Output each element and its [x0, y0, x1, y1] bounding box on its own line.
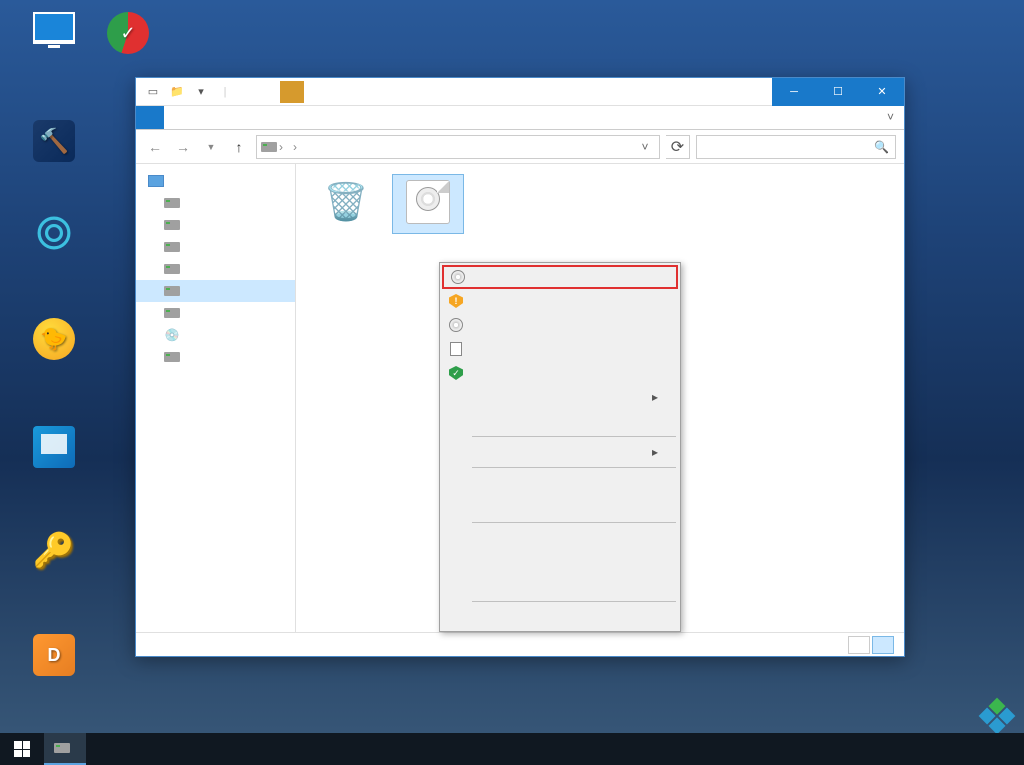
submenu-arrow-icon: ▸ — [652, 390, 658, 404]
taskbar[interactable] — [0, 733, 1024, 765]
taskbar-item-explorer[interactable] — [44, 733, 86, 765]
diskgenius-icon: D — [33, 634, 75, 676]
disc-icon — [449, 318, 463, 332]
qat-properties-icon[interactable]: ▭ — [142, 81, 164, 103]
file-iso[interactable] — [392, 174, 464, 234]
shield-check-icon — [449, 366, 463, 380]
expand-ribbon-icon[interactable]: ˅ — [877, 106, 904, 129]
qat-folder-icon[interactable]: 📁 — [166, 81, 188, 103]
qat-dropdown-icon[interactable]: ▾ — [190, 81, 212, 103]
context-menu: ▸ ▸ — [439, 262, 681, 632]
ctx-properties[interactable] — [442, 605, 678, 629]
nav-back-button[interactable]: ← — [144, 136, 166, 158]
ctx-admin[interactable] — [442, 361, 678, 385]
nav-drive-c[interactable] — [136, 192, 295, 214]
search-input[interactable]: 🔍 — [696, 135, 896, 159]
watermark-icon — [979, 698, 1016, 735]
ribbon-tabs: ˅ — [136, 106, 904, 130]
breadcrumb-chevron-icon[interactable]: › — [277, 140, 285, 154]
ctx-mount[interactable] — [442, 265, 678, 289]
tab-share[interactable] — [192, 106, 220, 129]
nav-drive-f[interactable] — [136, 236, 295, 258]
pc-icon — [148, 173, 164, 189]
desktop-icon-ghost-backup[interactable]: 🐤 — [18, 318, 90, 364]
duck-icon: 🐤 — [33, 318, 75, 360]
qat-divider: | — [214, 81, 236, 103]
nav-drive-x[interactable] — [136, 346, 295, 368]
ctx-open-with[interactable] — [442, 409, 678, 433]
nav-recent-dropdown[interactable]: ▼ — [200, 136, 222, 158]
windows-icon — [33, 426, 75, 468]
nav-drive-h[interactable] — [136, 280, 295, 302]
windows-logo-icon — [14, 741, 30, 757]
disc-icon — [451, 270, 465, 284]
ctx-7zip[interactable]: ▸ — [442, 385, 678, 409]
ctx-separator — [472, 601, 676, 602]
view-details-button[interactable] — [848, 636, 870, 654]
tab-manage[interactable] — [268, 106, 296, 129]
search-icon[interactable]: 🔍 — [874, 140, 889, 154]
ctx-send-to[interactable]: ▸ — [442, 440, 678, 464]
file-recycle-bin[interactable]: 🗑️ — [310, 174, 382, 234]
ctx-md5[interactable] — [442, 289, 678, 313]
ctx-delete[interactable] — [442, 550, 678, 574]
ctx-imdisk[interactable] — [442, 313, 678, 337]
navigation-pane[interactable]: 💿 — [136, 164, 296, 632]
maximize-button[interactable]: ☐ — [816, 78, 860, 106]
tab-home[interactable] — [164, 106, 192, 129]
ctx-separator — [472, 436, 676, 437]
desktop-icon-win-installer[interactable] — [18, 426, 90, 472]
minimize-button[interactable]: ─ — [772, 78, 816, 106]
hammer-icon — [33, 120, 75, 162]
ctx-separator — [472, 522, 676, 523]
ctx-separator — [472, 467, 676, 468]
breadcrumb-chevron-icon[interactable]: › — [291, 140, 299, 154]
refresh-button[interactable]: ⟳ — [666, 135, 690, 159]
nav-drive-g[interactable] — [136, 258, 295, 280]
status-bar — [136, 632, 904, 656]
partition-icon: ✓ — [107, 12, 149, 54]
monitor-icon — [33, 12, 75, 44]
address-bar: ← → ▼ ↑ › › ˅ ⟳ 🔍 — [136, 130, 904, 164]
breadcrumb-bar[interactable]: › › ˅ — [256, 135, 660, 159]
desktop-icon-dism[interactable] — [18, 212, 90, 258]
ctx-cut[interactable] — [442, 471, 678, 495]
ctx-shortcut[interactable] — [442, 526, 678, 550]
desktop-icon-cgi-backup[interactable] — [18, 120, 90, 166]
desktop-icon-win-password[interactable]: 🔑 — [18, 530, 90, 576]
close-button[interactable]: ✕ — [860, 78, 904, 106]
dism-icon — [33, 212, 75, 254]
nav-drive-j[interactable]: 💿 — [136, 324, 295, 346]
address-dropdown-icon[interactable]: ˅ — [635, 140, 655, 154]
desktop-icon-partition-assistant[interactable]: ✓ — [92, 12, 164, 58]
contextual-tab-title — [280, 81, 304, 103]
view-icons-button[interactable] — [872, 636, 894, 654]
key-icon: 🔑 — [33, 530, 75, 572]
watermark — [984, 703, 1016, 729]
nav-this-pc[interactable] — [136, 170, 295, 192]
recycle-bin-icon: 🗑️ — [322, 178, 370, 226]
drive-icon — [54, 740, 70, 756]
tab-view[interactable] — [220, 106, 248, 129]
shield-warning-icon — [449, 294, 463, 308]
ctx-copy[interactable] — [442, 495, 678, 519]
dvd-icon: 💿 — [164, 327, 180, 343]
nav-drive-d[interactable] — [136, 214, 295, 236]
tab-file[interactable] — [136, 106, 164, 129]
nav-drive-i[interactable] — [136, 302, 295, 324]
iso-icon — [404, 178, 452, 226]
title-bar[interactable]: ▭ 📁 ▾ | ─ ☐ ✕ — [136, 78, 904, 106]
ctx-rename[interactable] — [442, 574, 678, 598]
desktop-icon-diskgenius[interactable]: D — [18, 634, 90, 680]
drive-icon — [261, 139, 277, 155]
submenu-arrow-icon: ▸ — [652, 445, 658, 459]
ctx-notepad[interactable] — [442, 337, 678, 361]
start-button[interactable] — [0, 733, 44, 765]
nav-up-button[interactable]: ↑ — [228, 136, 250, 158]
desktop-icon-this-pc[interactable] — [18, 12, 90, 48]
notepad-icon — [450, 342, 462, 356]
nav-forward-button: → — [172, 136, 194, 158]
